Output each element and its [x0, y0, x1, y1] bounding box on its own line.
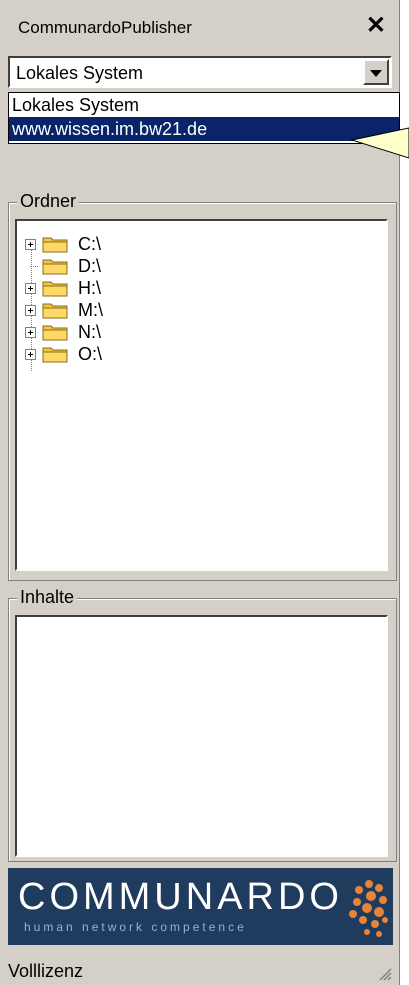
tree-node-d[interactable]: D:\ [25, 255, 101, 277]
folder-icon [42, 279, 68, 297]
drive-label: H:\ [78, 277, 102, 298]
communardo-logo: COMMUNARDO human network competence [8, 868, 393, 945]
expand-icon[interactable] [25, 238, 36, 250]
logo-tagline: human network competence [24, 920, 247, 934]
expand-icon[interactable] [25, 304, 36, 316]
title-bar: CommunardoPublisher ✕ [6, 8, 396, 46]
tree-node-m[interactable]: M:\ [25, 299, 103, 321]
drive-label: O:\ [78, 343, 103, 364]
dropdown-option-wissen[interactable]: www.wissen.im.bw21.de [9, 117, 399, 141]
logo-wordmark: COMMUNARDO [18, 876, 343, 918]
drive-label: N:\ [78, 321, 102, 342]
drive-label: D:\ [78, 255, 102, 276]
folder-icon [42, 301, 68, 319]
folder-tree: C:\ D:\ H:\ M:\ N:\ O:\ [15, 219, 388, 571]
window-title: CommunardoPublisher [18, 18, 192, 37]
publisher-panel: CommunardoPublisher ✕ Lokales System Lok… [0, 0, 400, 985]
contents-list[interactable] [15, 615, 388, 857]
network-dots-icon [349, 880, 388, 937]
folder-icon [42, 345, 68, 363]
tree-node-c[interactable]: C:\ [25, 233, 101, 255]
expand-icon[interactable] [25, 282, 36, 294]
source-select-value: Lokales System [16, 63, 144, 83]
expand-icon[interactable] [25, 348, 36, 360]
contents-group-label: Inhalte [17, 587, 78, 608]
contents-group: Inhalte [8, 587, 397, 862]
expand-icon[interactable] [25, 326, 36, 338]
folder-icon [42, 235, 68, 253]
folders-group: Ordner C:\ D:\ H:\ M:\ N:\ O:\ [8, 191, 397, 581]
tree-node-n[interactable]: N:\ [25, 321, 101, 343]
close-icon[interactable]: ✕ [366, 14, 386, 38]
dropdown-option-local[interactable]: Lokales System [9, 93, 399, 117]
folder-icon [42, 257, 68, 275]
resize-grip-icon[interactable] [376, 965, 392, 981]
folders-group-label: Ordner [17, 191, 80, 212]
drive-label: C:\ [78, 233, 102, 254]
tree-node-o[interactable]: O:\ [25, 343, 102, 365]
tree-node-h[interactable]: H:\ [25, 277, 101, 299]
drive-label: M:\ [78, 299, 103, 320]
source-dropdown-list: Lokales System www.wissen.im.bw21.de [8, 92, 400, 144]
tree-spacer [25, 261, 38, 272]
chevron-down-icon[interactable] [363, 59, 389, 85]
folder-icon [42, 323, 68, 341]
license-status: Volllizenz [8, 961, 84, 981]
status-bar: Volllizenz [6, 955, 396, 983]
callout-pointer [350, 127, 409, 159]
source-select[interactable]: Lokales System [8, 56, 392, 88]
